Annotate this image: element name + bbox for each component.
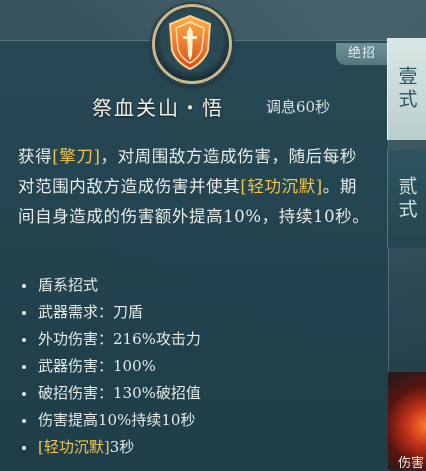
attr-item: 武器伤害：100% [20, 353, 360, 380]
side-skill-label: 伤害 [397, 456, 424, 471]
desc-highlight-blade: [擎刀] [52, 147, 101, 166]
attr-silence-tag: [轻功沉默] [38, 438, 110, 456]
skill-name: 祭血关山・悟 [92, 96, 224, 120]
tab-form-1[interactable]: 壹式 [387, 38, 426, 140]
tab-form-2[interactable]: 贰式 [387, 150, 426, 248]
attr-item: 武器需求：刀盾 [20, 299, 360, 326]
desc-text-1: 获得 [18, 147, 53, 166]
attr-item: 破招伤害：130%破招值 [20, 380, 360, 407]
desc-highlight-silence: [轻功沉默] [240, 177, 323, 196]
attr-item: 伤害提高10%持续10秒 [20, 407, 360, 434]
skill-cooldown: 调息60秒 [266, 98, 331, 116]
skill-description: 获得[擎刀]，对周围敌方造成伤害，随后每秒对范围内敌方造成伤害并使其[轻功沉默]… [18, 142, 370, 232]
attr-item-silence: [轻功沉默]3秒 [20, 434, 360, 461]
attr-item: 盾系招式 [20, 272, 360, 299]
attribute-list: 盾系招式 武器需求：刀盾 外功伤害：216%攻击力 武器伤害：100% 破招伤害… [20, 272, 360, 461]
shield-sword-icon [168, 14, 212, 71]
ultimate-badge: 绝招 [336, 43, 388, 65]
skill-emblem [152, 4, 232, 84]
attr-silence-duration: 3秒 [109, 438, 135, 456]
attr-item: 外功伤害：216%攻击力 [20, 326, 360, 353]
